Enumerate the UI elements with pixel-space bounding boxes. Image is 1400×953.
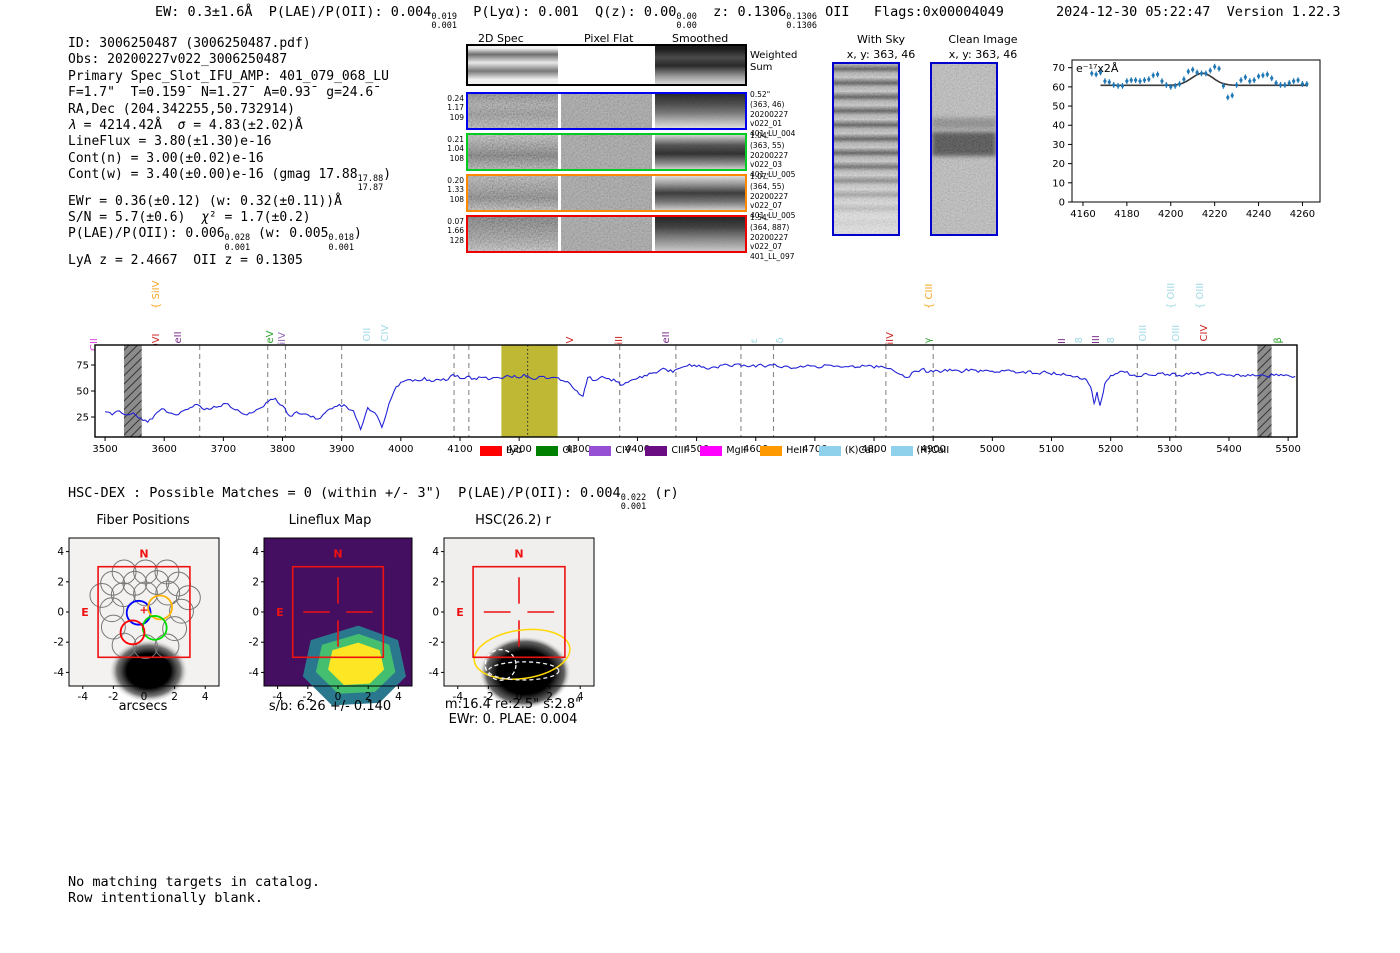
svg-text:4: 4 (432, 546, 439, 558)
legend-item-HeII: HeII (760, 445, 805, 456)
svg-text:5100: 5100 (1039, 444, 1064, 455)
svg-text:25: 25 (76, 413, 89, 424)
legend-item-CIII: CIII (645, 445, 686, 456)
line-label-SiIV: { SiIV (151, 280, 163, 309)
svg-text:E: E (276, 606, 284, 619)
hsc-image-panel: -4-4-2-2002244 NE (429, 537, 595, 709)
legend-item-CIV: CIV (589, 445, 631, 456)
svg-text:5500: 5500 (1275, 444, 1300, 455)
legend-swatch (480, 445, 502, 456)
svg-text:0: 0 (252, 607, 259, 619)
svg-text:N: N (139, 548, 148, 561)
svg-text:2: 2 (57, 576, 64, 588)
legend-swatch (589, 445, 612, 456)
svg-text:3700: 3700 (211, 444, 236, 455)
svg-text:0: 0 (57, 607, 64, 619)
svg-text:E: E (456, 606, 464, 619)
svg-text:4100: 4100 (447, 444, 472, 455)
spectrum-legend: Lyα OII CIV CIII MgII HeII (K)CaII (H)CaII (480, 445, 949, 456)
legend-item-HCaII: (H)CaII (890, 445, 949, 456)
svg-text:e⁻¹⁷x2Å: e⁻¹⁷x2Å (99, 344, 138, 346)
legend-item-KCaII: (K)CaII (818, 445, 877, 456)
spectral-line-labels: CII{ SiIV OVI HeII NeV SiIV{ OII{ CIV NV SiII H… (0, 0, 1400, 351)
hsc-stats-label: m:16.4 re:2.5" s:2.8" (444, 697, 582, 712)
svg-text:4: 4 (57, 546, 64, 558)
lineflux-map-title: Lineflux Map (288, 513, 372, 528)
lineflux-sb-label: s/b: 6.26 +/- 0.140 (268, 699, 392, 714)
catalog-match-summary: HSC-DEX : Possible Matches = 0 (within +… (68, 485, 679, 513)
legend-swatch (700, 445, 723, 456)
legend-swatch (818, 445, 841, 456)
fiber-xlabel: arcsecs (118, 699, 168, 714)
legend-swatch (536, 445, 559, 456)
svg-text:-2: -2 (429, 637, 439, 649)
svg-text:5000: 5000 (980, 444, 1005, 455)
svg-text:-2: -2 (54, 637, 64, 649)
footer-note: No matching targets in catalog. Row inte… (68, 874, 320, 906)
svg-text:75: 75 (76, 361, 89, 372)
svg-text:-4: -4 (54, 667, 65, 679)
svg-text:50: 50 (76, 387, 89, 398)
legend-item-OII: OII (536, 445, 575, 456)
hsc-ewr-plae-label: EWr: 0. PLAE: 0.004 (448, 712, 578, 727)
svg-text:+: + (139, 604, 148, 617)
legend-item-MgII: MgII (700, 445, 746, 456)
svg-text:0: 0 (432, 607, 439, 619)
svg-text:-4: -4 (429, 667, 440, 679)
svg-text:4000: 4000 (388, 444, 413, 455)
svg-text:2: 2 (432, 576, 439, 588)
svg-text:E: E (81, 606, 89, 619)
svg-text:-4: -4 (249, 667, 260, 679)
svg-text:5200: 5200 (1098, 444, 1123, 455)
legend-swatch (890, 445, 913, 456)
svg-text:3500: 3500 (92, 444, 117, 455)
footer-line-1: No matching targets in catalog. (68, 874, 320, 890)
fiber-positions-title: Fiber Positions (96, 513, 190, 528)
svg-text:5300: 5300 (1157, 444, 1182, 455)
hsc-cutout-title: HSC(26.2) r (475, 513, 551, 528)
svg-text:5400: 5400 (1216, 444, 1241, 455)
svg-text:3900: 3900 (329, 444, 354, 455)
svg-text:N: N (514, 548, 523, 561)
elixer-report-page: EW: 0.3±1.6Å P(LAE)/P(OII): 0.004 0.019 0.… (0, 0, 1400, 953)
svg-text:3600: 3600 (151, 444, 176, 455)
legend-item-Ly: Lyα (480, 445, 522, 456)
full-spectrum-plot: 2550753500 3600 3700 3800 3900 4000 4100 4200 43… (76, 344, 1301, 455)
line-label-CIII: { CIII (923, 283, 935, 309)
svg-text:2: 2 (252, 576, 259, 588)
fiber-positions-panel: +-4-4-2-2002244 NE (54, 537, 220, 703)
svg-text:4: 4 (252, 546, 259, 558)
stacked-uncertainty: 0.022 0.001 (620, 493, 647, 513)
svg-text:N: N (333, 548, 342, 561)
line-label-OIII: { OIII (1165, 282, 1177, 309)
footer-line-2: Row intentionally blank. (68, 889, 264, 906)
legend-swatch (760, 445, 783, 456)
legend-swatch (645, 445, 668, 456)
svg-text:-2: -2 (249, 637, 259, 649)
lineflux-map-panel: -4-4-2-2002244 NE (249, 537, 413, 706)
line-label-OIII: { OIII (1194, 282, 1206, 309)
svg-text:3800: 3800 (270, 444, 295, 455)
